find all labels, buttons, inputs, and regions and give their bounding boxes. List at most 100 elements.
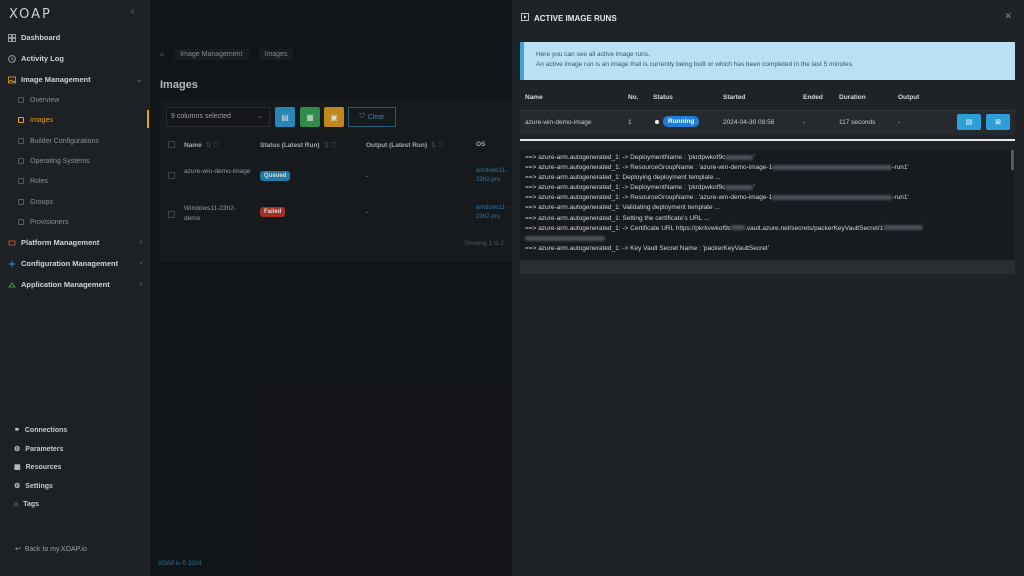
log-scrollbar[interactable] xyxy=(1011,150,1014,170)
run-ended: - xyxy=(803,119,806,126)
os-link[interactable]: windows11-23h2-pro xyxy=(476,204,512,222)
sidebar-subitem-images[interactable]: Images xyxy=(18,114,146,126)
os-link[interactable]: windows11-23h2-pro xyxy=(476,167,512,185)
clear-button-label: Clear xyxy=(367,113,385,121)
sidebar-item-application-management[interactable]: Application Management › xyxy=(8,280,142,289)
row-checkbox[interactable] xyxy=(168,211,175,218)
runs-header-status: Status xyxy=(653,94,673,101)
sidebar-item-resources[interactable]: ▦ Resources xyxy=(14,463,61,472)
sidebar-item-configuration-management[interactable]: Configuration Management › xyxy=(8,259,142,268)
sidebar-subitem-label: Provisioners xyxy=(30,218,69,226)
link-icon: ⚭ xyxy=(14,427,20,434)
select-all-checkbox[interactable] xyxy=(168,141,175,148)
log-text: ==> azure-arm.autogenerated_1: -> Key Va… xyxy=(525,244,769,252)
square-icon xyxy=(18,97,24,103)
redacted-text xyxy=(883,225,924,231)
export-excel-button[interactable]: ▦ xyxy=(300,107,320,127)
home-icon[interactable]: ⌂ xyxy=(160,51,164,58)
sidebar-subitem-label: Images xyxy=(30,116,53,124)
info-line: An active image run is an image that is … xyxy=(536,61,854,68)
status-badge: Queued xyxy=(260,171,291,181)
xoap-logo[interactable]: XOAP xyxy=(9,7,52,22)
footer-copyright[interactable]: XOAP.io © 2024 xyxy=(158,561,201,567)
redacted-text xyxy=(525,235,605,241)
column-header-label: OS xyxy=(476,141,486,148)
sidebar-item-image-management[interactable]: Image Management ⌄ xyxy=(8,75,142,84)
back-link[interactable]: ↩ Back to my.XOAP.io xyxy=(15,545,87,554)
log-line: ==> azure-arm.autogenerated_1: -> Key Va… xyxy=(525,244,1010,254)
image-name-cell[interactable]: azure-win-demo-image xyxy=(184,167,252,177)
excel-icon: ▦ xyxy=(306,112,314,122)
sort-icon[interactable]: ⇅ ⛉ xyxy=(431,142,443,149)
filter-icon: ⛉ xyxy=(359,113,365,120)
sidebar-subitem-label: Roles xyxy=(30,177,48,185)
redacted-text xyxy=(772,164,893,170)
sidebar-subitem-provisioners[interactable]: Provisioners xyxy=(18,216,146,228)
log-horizontal-scrollbar[interactable] xyxy=(520,260,1015,274)
pdf-icon: ▣ xyxy=(330,112,338,122)
sidebar-subitem-builder-configurations[interactable]: Builder Configurations xyxy=(18,135,146,147)
column-header-os[interactable]: OS xyxy=(476,141,485,148)
cancel-icon: ⊠ xyxy=(995,119,1001,126)
sidebar-item-settings[interactable]: ⚙ Settings xyxy=(14,482,53,491)
view-log-button[interactable]: ▤ xyxy=(957,114,981,130)
sidebar-item-tags[interactable]: ⌂ Tags xyxy=(14,501,39,508)
status-dot xyxy=(655,120,659,124)
log-text: ==> azure-arm.autogenerated_1: Deploying… xyxy=(525,174,721,182)
image-name-cell[interactable]: Windows11-23h2-demo xyxy=(184,204,252,224)
log-text: ==> azure-arm.autogenerated_1: -> Deploy… xyxy=(525,184,726,192)
export-pdf-button[interactable]: ▣ xyxy=(324,107,344,127)
log-text: -run1' xyxy=(892,164,909,172)
sidebar-item-dashboard[interactable]: Dashboard xyxy=(8,33,142,42)
chevron-right-icon: › xyxy=(139,260,142,267)
run-log-output[interactable]: ==> azure-arm.autogenerated_1: -> Deploy… xyxy=(520,150,1015,260)
square-icon xyxy=(18,158,24,164)
sidebar-item-activity-log[interactable]: Activity Log xyxy=(8,54,142,63)
log-line: ==> azure-arm.autogenerated_1: -> Deploy… xyxy=(525,153,1010,163)
sidebar-item-parameters[interactable]: ⚙ Parameters xyxy=(14,445,64,454)
sidebar-subitem-overview[interactable]: Overview xyxy=(18,94,146,106)
runs-header-name: Name xyxy=(525,94,543,101)
sidebar-item-platform-management[interactable]: Platform Management › xyxy=(8,238,142,247)
main-content: ⌂ Image Management Images Images 9 colum… xyxy=(150,0,512,576)
sidebar-subitem-operating-systems[interactable]: Operating Systems xyxy=(18,155,146,167)
row-checkbox[interactable] xyxy=(168,172,175,179)
column-header-output[interactable]: Output (Latest Run) ⇅ ⛉ xyxy=(366,141,443,150)
active-image-runs-panel: ACTIVE IMAGE RUNS ✕ Here you can see all… xyxy=(512,0,1024,576)
info-alert: Here you can see all active image runs. … xyxy=(520,42,1015,80)
info-line: Here you can see all active image runs. xyxy=(536,51,650,58)
chevron-down-icon: ⌄ xyxy=(136,76,142,84)
sort-icon[interactable]: ⇅ ⛉ xyxy=(206,142,218,149)
column-header-status[interactable]: Status (Latest Run) ⇅ ⛉ xyxy=(260,141,336,150)
resources-icon: ▦ xyxy=(14,464,21,471)
cancel-run-button[interactable]: ⊠ xyxy=(986,114,1010,130)
arrow-left-icon: ↩ xyxy=(15,546,21,553)
log-line: ==> azure-arm.autogenerated_1: -> Resour… xyxy=(525,163,1010,173)
clear-button[interactable]: ⛉ Clear xyxy=(348,107,396,127)
close-icon[interactable]: ✕ xyxy=(1004,11,1012,22)
chevron-right-icon: › xyxy=(139,239,142,246)
sidebar-item-connections[interactable]: ⚭ Connections xyxy=(14,426,67,435)
sidebar-item-label: Dashboard xyxy=(21,33,61,42)
export-csv-button[interactable]: ▤ xyxy=(275,107,295,127)
sidebar-item-label: Configuration Management xyxy=(21,259,119,268)
square-icon xyxy=(18,219,24,225)
chevron-left-icon[interactable]: ‹ xyxy=(131,6,134,17)
sidebar-subitem-roles[interactable]: Roles xyxy=(18,175,146,187)
dashboard-icon xyxy=(8,33,16,42)
pagination-info: Showing 1 to 2 xyxy=(464,241,504,247)
column-selector[interactable]: 9 columns selected ⌄ xyxy=(166,107,270,127)
breadcrumb-item[interactable]: Image Management xyxy=(174,49,249,60)
chevron-right-icon: › xyxy=(139,281,142,288)
square-icon xyxy=(18,117,24,123)
sidebar-subitem-groups[interactable]: Groups xyxy=(18,196,146,208)
parameters-icon: ⚙ xyxy=(14,446,21,453)
run-duration: 117 seconds xyxy=(839,119,876,126)
panel-title-text: ACTIVE IMAGE RUNS xyxy=(534,13,617,23)
sort-icon[interactable]: ⇅ ⛉ xyxy=(324,142,336,149)
log-text: .vault.azure.net/secrets/packerKeyVaultS… xyxy=(745,224,884,232)
sidebar-item-label: Parameters xyxy=(25,445,64,453)
column-header-name[interactable]: Name ⇅ ⛉ xyxy=(184,141,218,150)
square-icon xyxy=(18,138,24,144)
log-line: ==> azure-arm.autogenerated_1: -> Deploy… xyxy=(525,183,1010,193)
